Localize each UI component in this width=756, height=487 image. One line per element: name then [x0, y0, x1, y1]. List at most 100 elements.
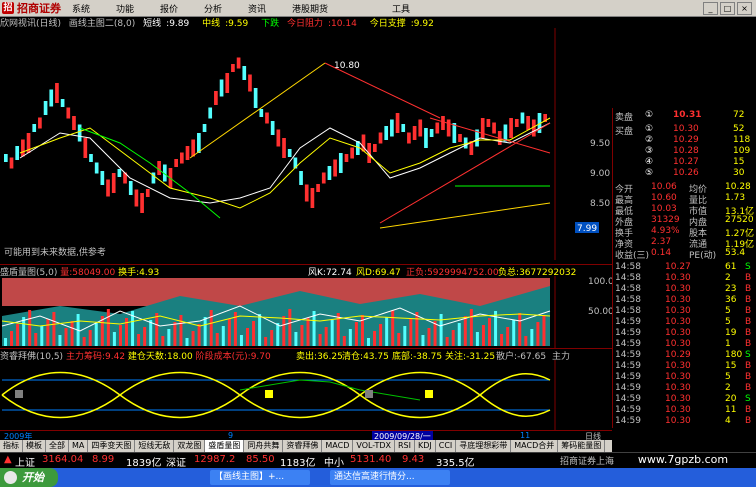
task-tdx-window[interactable]: 通达信高速行情分...: [330, 470, 450, 485]
maximize-button[interactable]: □: [720, 2, 735, 15]
tick-price: 10.27: [665, 262, 691, 272]
tab-3[interactable]: MA: [69, 440, 89, 452]
candle: [441, 116, 445, 130]
tick-side: B: [745, 339, 752, 349]
tick-row: 14:59 10.30 5 B: [615, 372, 755, 383]
volume-bar: [34, 333, 38, 346]
trend-line-4: [379, 202, 551, 229]
volume-bar: [300, 325, 304, 346]
volume-bar: [118, 325, 122, 346]
buy-num: ④: [645, 157, 654, 167]
close-button[interactable]: ×: [737, 2, 752, 15]
tab-16[interactable]: MACD合并: [511, 440, 559, 452]
price-tick-1: 9.50: [590, 139, 610, 149]
tab-5[interactable]: 短线无敌: [135, 440, 175, 452]
zx-label[interactable]: 中小: [324, 454, 344, 469]
vol-tick-50: 50.00: [588, 307, 612, 317]
volume-bar: [22, 317, 26, 346]
tick-price: 10.30: [665, 405, 691, 415]
ma-mid-line: [19, 117, 551, 209]
stat-value: 0.14: [651, 248, 672, 258]
date-mark-1: 9: [228, 431, 234, 440]
menu-analysis[interactable]: 分析: [204, 2, 222, 15]
volume-bar: [385, 317, 389, 346]
candle: [407, 132, 411, 144]
candle: [179, 152, 184, 164]
volume-bar: [421, 335, 425, 346]
volume-bar: [536, 322, 540, 346]
start-button[interactable]: 开始: [0, 468, 58, 487]
candle: [49, 89, 54, 107]
buy-vol: 15: [733, 157, 745, 167]
windows-taskbar: 开始 【画线主图】+... 通达信高速行情分...: [0, 468, 756, 487]
sz-label[interactable]: 深证: [166, 454, 186, 469]
volume-bar: [137, 334, 141, 346]
tab-2[interactable]: 全部: [46, 440, 69, 452]
menu-news[interactable]: 资讯: [248, 2, 266, 15]
tab-17[interactable]: 筹码能量图: [558, 440, 606, 452]
minimize-button[interactable]: _: [703, 2, 718, 15]
tab-1[interactable]: 模板: [23, 440, 46, 452]
volume-bar: [415, 312, 419, 346]
buy-num: ②: [645, 135, 654, 145]
volume-panel[interactable]: 100.0 50.00: [0, 276, 612, 348]
tab-14[interactable]: CCI: [436, 440, 457, 452]
volume-bar: [391, 310, 395, 346]
volume-bar: [215, 333, 219, 346]
vol-tick-100: 100.0: [588, 277, 612, 287]
tick-price: 10.30: [665, 306, 691, 316]
volume-bar: [46, 319, 50, 346]
future-data-note: 可能用到未来数据,供参考: [4, 246, 106, 258]
tick-time: 14:59: [615, 372, 641, 382]
tab-9[interactable]: 资睿拜佛: [283, 440, 323, 452]
tab-11[interactable]: VOL-TDX: [353, 440, 395, 452]
tick-side: B: [745, 416, 752, 426]
tab-7[interactable]: 盛盾量图: [205, 440, 245, 452]
stat-row: 外盘 31329 内盘 27520: [615, 215, 755, 228]
menu-hk-futures[interactable]: 港股期货: [292, 2, 328, 15]
tick-row: 14:58 10.30 23 B: [615, 284, 755, 295]
volume-bar: [379, 324, 383, 346]
candle: [304, 184, 309, 202]
volume-bar: [324, 327, 328, 346]
stat-value: 10.03: [651, 204, 677, 214]
tick-price: 10.29: [665, 350, 691, 360]
tab-13[interactable]: KDJ: [415, 440, 436, 452]
stat-row: 今开 10.06 均价 10.28: [615, 182, 755, 195]
volume-bar: [330, 320, 334, 346]
candle: [248, 74, 252, 92]
tab-4[interactable]: 四季变天图: [88, 440, 136, 452]
candle: [429, 129, 434, 137]
tab-12[interactable]: RSI: [395, 440, 415, 452]
tab-8[interactable]: 同舟共舞: [244, 440, 284, 452]
volume-bar: [276, 323, 280, 346]
task-chart-window[interactable]: 【画线主图】+...: [210, 470, 310, 485]
sh-change: 8.99: [92, 454, 115, 465]
menu-quote[interactable]: 报价: [160, 2, 178, 15]
candle: [9, 157, 14, 169]
volume-bar: [28, 310, 32, 346]
stat-row: 净资 2.37 流通 1.19亿: [615, 237, 755, 250]
volume-bar: [167, 329, 171, 346]
tick-side: S: [745, 350, 751, 360]
volume-bar: [203, 317, 207, 346]
chip-panel[interactable]: [0, 360, 612, 430]
tick-side: B: [745, 306, 752, 316]
tab-15[interactable]: 寻底埋想彩带: [456, 440, 512, 452]
tick-row: 14:59 10.30 11 B: [615, 405, 755, 416]
candle: [4, 154, 8, 162]
tab-10[interactable]: MACD: [322, 440, 354, 452]
sh-label[interactable]: 上证: [15, 454, 35, 469]
candle: [276, 129, 281, 147]
menu-function[interactable]: 功能: [116, 2, 134, 15]
tab-6[interactable]: 双龙图: [174, 440, 206, 452]
menu-system[interactable]: 系统: [72, 2, 90, 15]
kline-chart[interactable]: 10.80 9.50 9.00 8.50 7.99 可能用到未来数据,供参考: [0, 28, 612, 260]
tick-time: 14:59: [615, 350, 641, 360]
yellow-wave-1: [1, 371, 551, 419]
buy-price: 10.29: [673, 135, 699, 145]
candle: [395, 113, 400, 133]
menu-tools[interactable]: 工具: [392, 2, 410, 15]
tab-0[interactable]: 指标: [0, 440, 23, 452]
tick-vol: 36: [725, 295, 737, 305]
